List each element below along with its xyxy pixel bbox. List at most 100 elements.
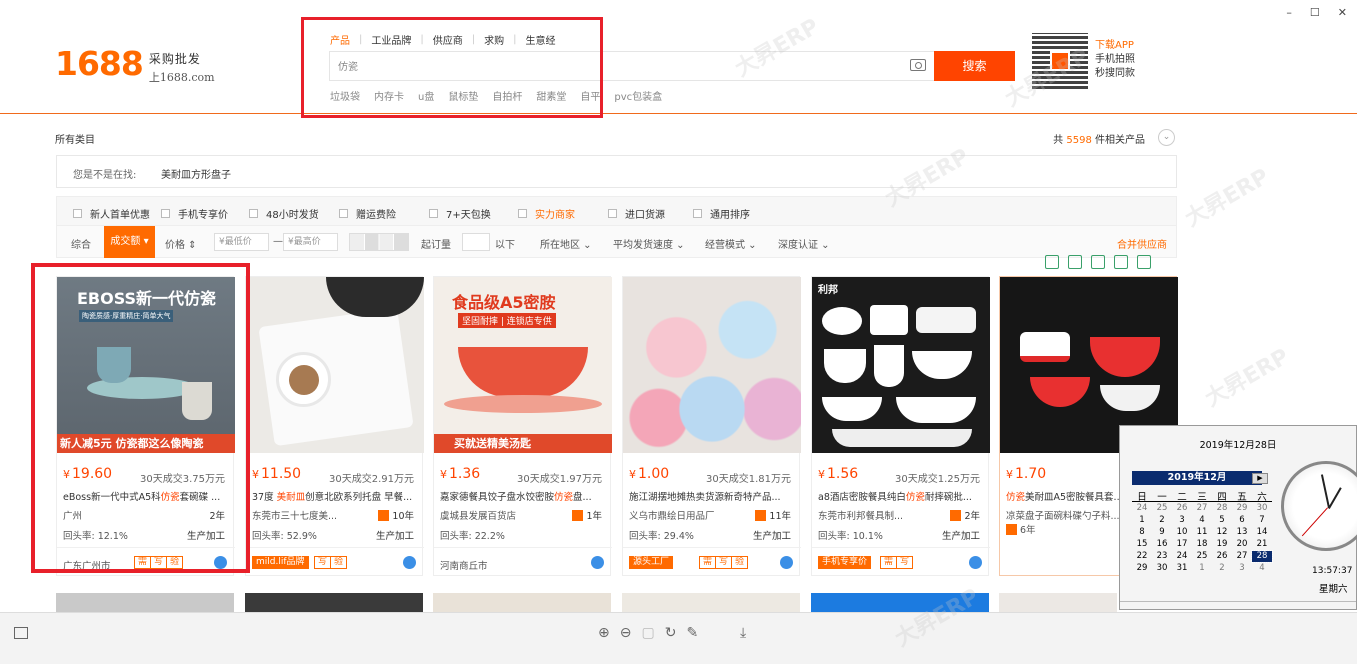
calendar-day[interactable]: 5 [1212,515,1232,526]
filter-mobile-price[interactable]: 手机专享价 [161,206,228,221]
product-image[interactable]: 食品级A5密胺 坚固耐摔 | 连锁店专供 买就送精美汤匙 [434,277,612,453]
calendar-day[interactable]: 4 [1252,563,1272,574]
calendar-day[interactable]: 29 [1132,563,1152,574]
site-logo[interactable]: 1688 采购批发 上1688.com [55,44,215,85]
calendar-day[interactable]: 18 [1192,539,1212,550]
filter-new-buyer[interactable]: 新人首单优惠 [73,206,150,221]
expand-icon[interactable] [1068,255,1082,269]
merge-suppliers-button[interactable]: 合并供应商 [1117,236,1167,251]
product-image[interactable] [811,593,989,613]
calendar-day[interactable]: 12 [1212,527,1232,538]
moq-input[interactable] [462,233,490,251]
calendar-day[interactable]: 27 [1232,551,1252,562]
filter-certification[interactable]: 深度认证 ⌄ [778,236,830,251]
product-title[interactable]: 施江湖摆地摊热卖货源新奇特产品... [629,489,795,503]
sort-turnover[interactable]: 成交额 ▾ [104,226,155,258]
max-price-input[interactable]: ¥最高价 [283,233,338,251]
calendar-day[interactable]: 27 [1192,503,1212,514]
suggestion-link[interactable]: 美耐皿方形盘子 [161,166,231,181]
product-image[interactable] [245,593,423,613]
calendar-day[interactable]: 26 [1212,551,1232,562]
checkbox[interactable] [429,209,438,218]
calendar-day[interactable]: 2 [1152,515,1172,526]
next-month-button[interactable]: ▶ [1252,473,1268,484]
chat-icon[interactable] [780,556,793,569]
calendar-day[interactable]: 17 [1172,539,1192,550]
calendar-day[interactable]: 22 [1132,551,1152,562]
calendar-day[interactable]: 9 [1152,527,1172,538]
checkbox[interactable] [161,209,170,218]
calendar-day[interactable]: 3 [1232,563,1252,574]
product-image[interactable] [622,593,800,613]
product-card[interactable]: 利邦 ¥1.56 30天成交1.25万元 a8酒店密胺餐具纯白仿瓷耐摔碗批...… [811,276,990,576]
calendar-day[interactable]: 11 [1192,527,1212,538]
sort-price[interactable]: 价格 ⇕ [165,236,197,251]
product-image[interactable] [433,593,611,613]
chat-icon[interactable] [969,556,982,569]
calendar-day[interactable]: 20 [1232,539,1252,550]
min-price-input[interactable]: ¥最低价 [214,233,269,251]
calendar-day[interactable]: 1 [1192,563,1212,574]
calendar-day[interactable]: 14 [1252,527,1272,538]
calendar-day[interactable]: 4 [1192,515,1212,526]
calendar-day[interactable]: 21 [1252,539,1272,550]
company-name[interactable]: 东莞市利邦餐具制... [818,508,903,522]
checkbox[interactable] [693,209,702,218]
product-title[interactable]: a8酒店密胺餐具纯白仿瓷耐摔碗批... [818,489,984,503]
filter-business-mode[interactable]: 经营模式 ⌄ [705,236,757,251]
rotate-icon[interactable]: ↻ [665,625,677,641]
product-image[interactable] [623,277,801,453]
filter-shipping-insurance[interactable]: 赠运费险 [339,206,396,221]
filter-ship-speed[interactable]: 平均发货速度 ⌄ [613,236,685,251]
calendar-day[interactable]: 29 [1232,503,1252,514]
product-image[interactable] [246,277,424,453]
product-title[interactable]: 37度 美耐皿创意北欧系列托盘 早餐... [252,489,418,503]
product-image[interactable] [999,593,1117,613]
download-icon[interactable]: ⤓ [740,625,746,641]
calendar-day[interactable]: 28 [1251,550,1273,563]
checkbox[interactable] [339,209,348,218]
calendar-day[interactable]: 25 [1152,503,1172,514]
zoom-out-icon[interactable]: ⊖ [620,625,632,641]
calendar-day[interactable]: 24 [1172,551,1192,562]
filter-48h-ship[interactable]: 48小时发货 [249,206,319,221]
calendar-day[interactable]: 19 [1212,539,1232,550]
checkbox[interactable] [608,209,617,218]
calendar-day[interactable]: 8 [1132,527,1152,538]
calendar-day[interactable]: 30 [1152,563,1172,574]
product-image[interactable] [56,593,234,613]
sort-general[interactable]: 综合 [71,236,91,251]
calendar-day[interactable]: 16 [1152,539,1172,550]
calendar-day[interactable]: 24 [1132,503,1152,514]
copy-icon[interactable] [1045,255,1059,269]
save-icon[interactable] [1091,255,1105,269]
filter-general-sort[interactable]: 通用排序 [693,206,750,221]
calendar-day[interactable]: 26 [1172,503,1192,514]
search-button[interactable]: 搜索 [934,51,1015,81]
checkbox[interactable] [249,209,258,218]
edit-icon[interactable]: ✎ [686,625,698,641]
share-icon[interactable] [1114,255,1128,269]
company-name[interactable]: 义乌市鼎绘日用品厂 [629,508,715,522]
calendar-day[interactable]: 28 [1212,503,1232,514]
chevron-down-icon[interactable]: ⌄ [1158,129,1175,146]
product-title[interactable]: 嘉家德餐具饺子盘水饺密胺仿瓷盘... [440,489,606,503]
calendar-day[interactable]: 2 [1212,563,1232,574]
calendar-day[interactable]: 3 [1172,515,1192,526]
calendar-day[interactable]: 1 [1132,515,1152,526]
company-name[interactable]: 虞城县发展百货店 [440,508,516,522]
calendar-day[interactable]: 10 [1172,527,1192,538]
fit-icon[interactable]: ▢ [641,625,654,641]
calendar-day[interactable]: 30 [1252,503,1272,514]
company-name[interactable]: 东莞市三十七度美... [252,508,337,522]
product-card[interactable]: ¥11.50 30天成交2.91万元 37度 美耐皿创意北欧系列托盘 早餐...… [245,276,424,576]
app-promo[interactable]: 下载APP 手机拍照 秒搜同款 [1095,39,1135,81]
settings-icon[interactable] [1137,255,1151,269]
calendar-day[interactable]: 13 [1232,527,1252,538]
product-card[interactable]: ¥1.00 30天成交1.81万元 施江湖摆地摊热卖货源新奇特产品... 义乌市… [622,276,801,576]
filter-import[interactable]: 进口货源 [608,206,665,221]
chat-icon[interactable] [591,556,604,569]
filter-power-merchant[interactable]: 实力商家 [518,206,575,221]
calendar-day[interactable]: 7 [1252,515,1272,526]
camera-icon[interactable] [910,59,926,71]
